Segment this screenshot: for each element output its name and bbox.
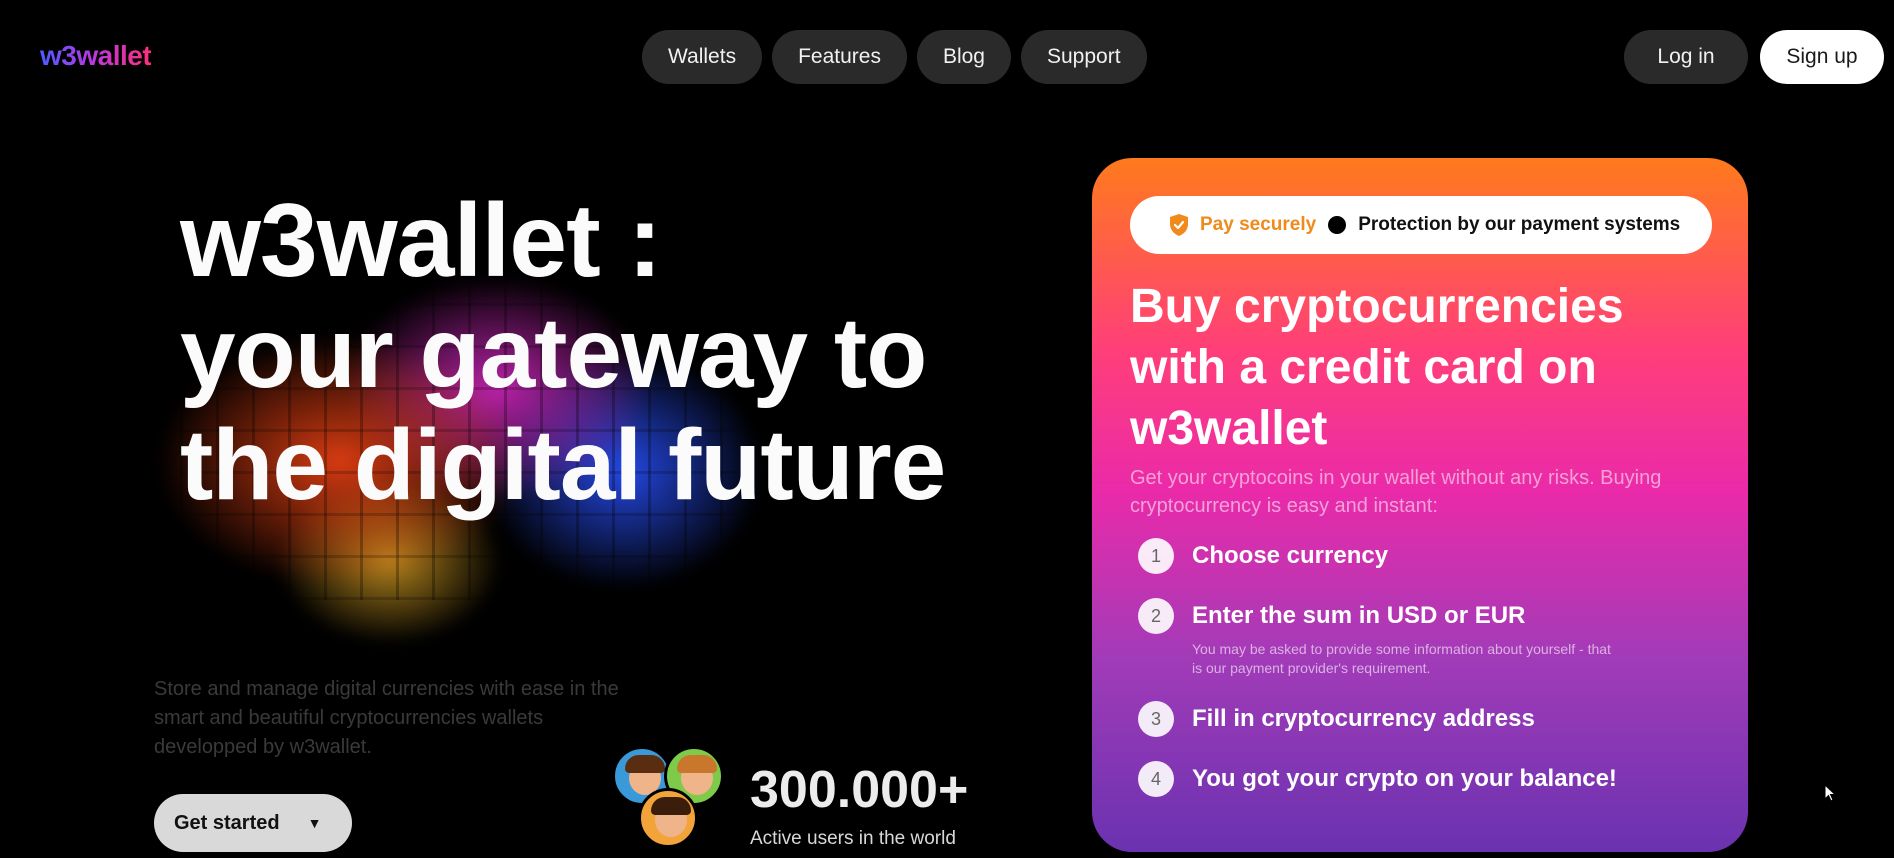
secure-payment-badge: Pay securely Protection by our payment s… bbox=[1130, 196, 1712, 254]
hero-title: w3wallet : your gateway to the digital f… bbox=[180, 185, 1000, 521]
nav-blog[interactable]: Blog bbox=[916, 30, 1011, 84]
hero-description: Store and manage digital currencies with… bbox=[154, 678, 619, 758]
shield-icon bbox=[1170, 214, 1188, 236]
buy-crypto-card: Pay securely Protection by our payment s… bbox=[1092, 158, 1748, 852]
caret-down-icon: ▼ bbox=[307, 815, 322, 831]
get-started-button[interactable]: Get started ▼ bbox=[154, 794, 352, 852]
page: w3wallet Wallets Features Blog Support L… bbox=[0, 0, 1894, 858]
step-number: 2 bbox=[1138, 598, 1174, 634]
nav-wallets[interactable]: Wallets bbox=[642, 30, 763, 84]
step-text: Enter the sum in USD or EUR bbox=[1192, 602, 1526, 629]
nav-features[interactable]: Features bbox=[772, 30, 907, 84]
pay-securely-label: Pay securely bbox=[1200, 214, 1317, 235]
user-avatars bbox=[612, 746, 724, 858]
login-button[interactable]: Log in bbox=[1624, 30, 1748, 84]
card-subtitle: Get your cryptocoins in your wallet with… bbox=[1130, 467, 1662, 517]
step-number: 1 bbox=[1138, 538, 1174, 574]
active-users-count: 300.000+ bbox=[750, 761, 969, 819]
step-note: You may be asked to provide some informa… bbox=[1192, 641, 1611, 676]
nav-support[interactable]: Support bbox=[1020, 30, 1147, 84]
step-text: You got your crypto on your balance! bbox=[1192, 765, 1617, 792]
protection-label: Protection by our payment systems bbox=[1358, 214, 1681, 235]
signup-button[interactable]: Sign up bbox=[1760, 30, 1884, 84]
card-title: Buy cryptocurrencies with a credit card … bbox=[1130, 280, 1624, 455]
hero-title-line-3: the digital future bbox=[180, 409, 946, 521]
step-text: Choose currency bbox=[1192, 542, 1389, 569]
step-number: 3 bbox=[1138, 701, 1174, 737]
dot-icon bbox=[1328, 216, 1347, 234]
cursor-icon bbox=[1824, 784, 1836, 802]
hero-title-line-2: your gateway to bbox=[180, 297, 927, 409]
active-users-label: Active users in the world bbox=[750, 828, 956, 849]
auth-buttons: Log in Sign up bbox=[1624, 30, 1884, 84]
step-text: Fill in cryptocurrency address bbox=[1192, 705, 1535, 732]
hero-title-line-1: w3wallet : bbox=[180, 183, 662, 299]
get-started-label: Get started bbox=[174, 811, 280, 834]
main-nav: Wallets Features Blog Support bbox=[642, 30, 1147, 84]
logo[interactable]: w3wallet bbox=[40, 40, 152, 72]
step-number: 4 bbox=[1138, 761, 1174, 797]
avatar bbox=[638, 788, 698, 848]
